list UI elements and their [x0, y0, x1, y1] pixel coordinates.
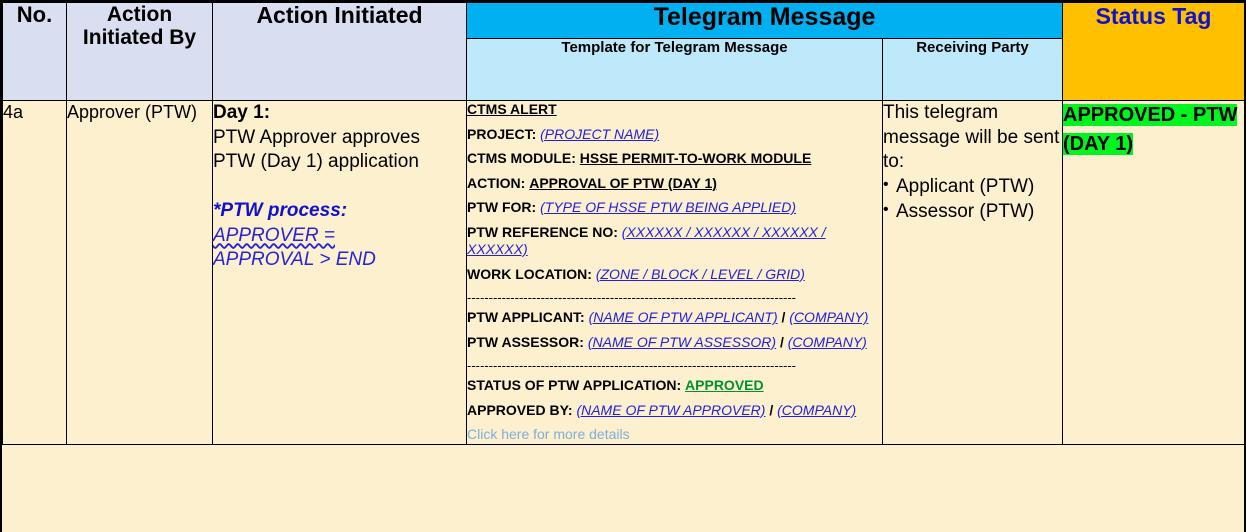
receiving-party-intro: This telegram message will be sent to: [883, 102, 1060, 173]
status-of-application-value: APPROVED [685, 377, 764, 393]
ptw-applicant-label: PTW APPLICANT: [467, 309, 585, 325]
list-item: Assessor (PTW) [883, 200, 1062, 225]
telegram-line-action: ACTION: APPROVAL OF PTW (DAY 1) [467, 175, 882, 193]
status-badge: APPROVED - PTW (DAY 1) [1063, 104, 1238, 155]
spreadsheet-table-view: No. Action Initiated By Action Initiated… [0, 0, 1246, 532]
cell-telegram-template: CTMS ALERT PROJECT: (PROJECT NAME) CTMS … [466, 100, 883, 445]
ptw-process-note-title: *PTW process: [213, 199, 348, 221]
table-header-row-top: No. Action Initiated By Action Initiated… [2, 2, 1245, 101]
approved-by-value: (NAME OF PTW APPROVER) [576, 401, 766, 418]
ptw-process-flow-line-1: APPROVER = [213, 224, 466, 249]
cell-no: 4a [2, 100, 67, 445]
process-table: No. Action Initiated By Action Initiated… [2, 2, 1245, 445]
column-header-receiving-party: Receiving Party [882, 38, 1063, 101]
ptw-process-flow-approver: APPROVER = [213, 224, 335, 246]
column-header-action-initiated-by: Action Initiated By [66, 2, 213, 101]
ctms-alert-title: CTMS ALERT [467, 101, 557, 117]
cell-receiving-party: This telegram message will be sent to: A… [882, 100, 1063, 445]
action-label: ACTION: [467, 174, 526, 191]
ptw-for-value: (TYPE OF HSSE PTW BEING APPLIED) [540, 199, 797, 215]
ctms-module-value: HSSE PERMIT-TO-WORK MODULE [579, 150, 812, 166]
column-header-no: No. [2, 2, 67, 101]
recipient-list: Applicant (PTW) Assessor (PTW) [883, 175, 1062, 224]
telegram-line-status: STATUS OF PTW APPLICATION: APPROVED [467, 377, 882, 395]
project-value: (PROJECT NAME) [540, 125, 660, 142]
telegram-divider-2: ----------------------------------------… [467, 358, 797, 368]
telegram-divider-1: ----------------------------------------… [467, 290, 797, 300]
approved-by-company: (COMPANY) [777, 401, 857, 418]
spacer-line [213, 175, 466, 199]
column-header-telegram-message: Telegram Message [466, 2, 1063, 39]
cell-status-tag: APPROVED - PTW (DAY 1) [1062, 100, 1245, 445]
cell-action-initiated-by: Approver (PTW) [66, 100, 213, 445]
telegram-line-approved-by: APPROVED BY: (NAME OF PTW APPROVER) / (C… [467, 402, 882, 420]
project-label: PROJECT: [467, 125, 537, 142]
telegram-line-ptw-reference: PTW REFERENCE NO: (XXXXXX / XXXXXX / XXX… [467, 224, 882, 259]
more-details-link[interactable]: Click here for more details [467, 426, 630, 442]
action-description: PTW Approver approves PTW (Day 1) applic… [213, 126, 420, 173]
approved-by-label: APPROVED BY: [467, 401, 573, 418]
table-row: 4a Approver (PTW) Day 1: PTW Approver ap… [2, 100, 1245, 445]
telegram-line-ptw-for: PTW FOR: (TYPE OF HSSE PTW BEING APPLIED… [467, 199, 882, 217]
telegram-line-applicant: PTW APPLICANT: (NAME OF PTW APPLICANT) /… [467, 309, 882, 327]
ptw-applicant-company: (COMPANY) [789, 309, 869, 325]
ptw-for-label: PTW FOR: [467, 199, 537, 215]
action-value: APPROVAL OF PTW (DAY 1) [529, 174, 717, 191]
ptw-assessor-company: (COMPANY) [787, 333, 867, 350]
column-header-action-initiated: Action Initiated [212, 2, 467, 101]
ptw-assessor-separator: / [776, 333, 788, 350]
ptw-process-flow-line-2: APPROVAL > END [213, 249, 376, 271]
ptw-assessor-value: (NAME OF PTW ASSESSOR) [587, 333, 777, 350]
telegram-line-more-details: Click here for more details [467, 426, 882, 444]
work-location-value: (ZONE / BLOCK / LEVEL / GRID) [595, 265, 805, 282]
ctms-module-label: CTMS MODULE: [467, 150, 576, 166]
approved-by-separator: / [765, 401, 778, 418]
column-header-template-for-telegram-message: Template for Telegram Message [466, 38, 883, 101]
ptw-applicant-value: (NAME OF PTW APPLICANT) [588, 309, 778, 325]
telegram-line-alert-title: CTMS ALERT [467, 101, 882, 119]
telegram-line-project: PROJECT: (PROJECT NAME) [467, 126, 882, 144]
ptw-assessor-label: PTW ASSESSOR: [467, 333, 584, 350]
day-label: Day 1: [213, 102, 271, 123]
ptw-reference-label: PTW REFERENCE NO: [467, 223, 618, 240]
telegram-line-work-location: WORK LOCATION: (ZONE / BLOCK / LEVEL / G… [467, 266, 882, 284]
telegram-line-assessor: PTW ASSESSOR: (NAME OF PTW ASSESSOR) / (… [467, 334, 882, 352]
ptw-applicant-separator: / [777, 309, 790, 325]
cell-action-initiated: Day 1: PTW Approver approves PTW (Day 1)… [212, 100, 467, 445]
telegram-line-module: CTMS MODULE: HSSE PERMIT-TO-WORK MODULE [467, 150, 882, 168]
column-header-status-tag: Status Tag [1062, 2, 1245, 101]
status-of-application-label: STATUS OF PTW APPLICATION: [467, 377, 682, 393]
work-location-label: WORK LOCATION: [467, 265, 592, 282]
list-item: Applicant (PTW) [883, 175, 1062, 200]
